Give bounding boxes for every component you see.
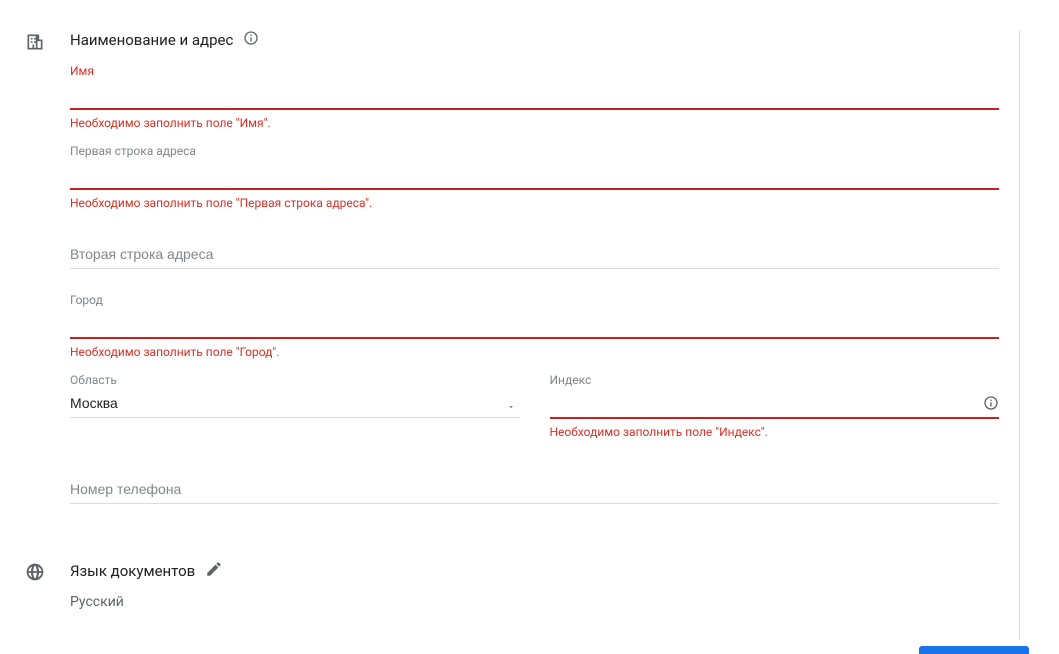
select-region[interactable] [70, 389, 520, 418]
building-icon [25, 30, 70, 504]
section-name-address: Наименование и адрес Имя Необходимо запо… [25, 30, 999, 504]
input-city[interactable] [70, 309, 999, 339]
error-index: Необходимо заполнить поле "Индекс". [550, 425, 1000, 439]
label-region: Область [70, 373, 520, 387]
section-title-doc-language: Язык документов [70, 562, 195, 580]
error-name: Необходимо заполнить поле "Имя". [70, 116, 999, 130]
input-name[interactable] [70, 80, 999, 110]
globe-icon [25, 560, 70, 610]
label-city: Город [70, 293, 999, 307]
submit-button[interactable] [919, 646, 1029, 654]
doc-language-value: Русский [70, 594, 999, 610]
error-city: Необходимо заполнить поле "Город". [70, 345, 999, 359]
error-address1: Необходимо заполнить поле "Первая строка… [70, 196, 999, 210]
edit-icon[interactable] [205, 560, 223, 582]
label-index: Индекс [550, 373, 1000, 387]
section-title-name-address: Наименование и адрес [70, 31, 233, 49]
input-index[interactable] [550, 389, 1000, 419]
label-name: Имя [70, 64, 999, 78]
label-address1: Первая строка адреса [70, 144, 999, 158]
section-doc-language: Язык документов Русский [25, 560, 999, 610]
input-address1[interactable] [70, 160, 999, 190]
input-address2[interactable] [70, 240, 999, 269]
info-icon-index[interactable] [983, 395, 999, 415]
input-phone[interactable] [70, 475, 999, 504]
info-icon[interactable] [243, 30, 259, 50]
